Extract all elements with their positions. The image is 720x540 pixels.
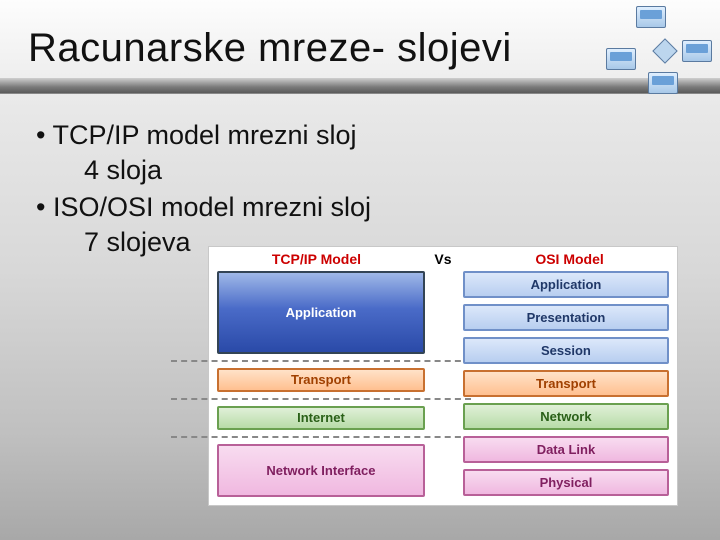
osi-layer-transport: Transport	[463, 370, 669, 397]
dashed-separator	[171, 398, 471, 400]
tcpip-model-title: TCP/IP Model	[217, 251, 416, 267]
computer-icon	[682, 40, 712, 62]
computer-icon	[606, 48, 636, 70]
tcpip-layer-network-interface: Network Interface	[217, 444, 425, 497]
diagram-header: TCP/IP Model Vs OSI Model	[209, 247, 677, 269]
models-row: Application Transport Internet Network I…	[209, 269, 677, 503]
bullet-tcpip: • TCP/IP model mrezni sloj	[36, 120, 700, 151]
osi-model-title: OSI Model	[470, 251, 669, 267]
bullet-tcpip-sub: 4 sloja	[84, 155, 700, 186]
osi-layer-session: Session	[463, 337, 669, 364]
vs-label: Vs	[416, 251, 470, 267]
osi-layer-physical: Physical	[463, 469, 669, 496]
osi-layer-datalink: Data Link	[463, 436, 669, 463]
network-decoration	[594, 4, 714, 104]
tcpip-layer-transport: Transport	[217, 368, 425, 392]
osi-layer-presentation: Presentation	[463, 304, 669, 331]
computer-icon	[636, 6, 666, 28]
osi-layer-network: Network	[463, 403, 669, 430]
dashed-separator	[171, 436, 471, 438]
osi-layer-application: Application	[463, 271, 669, 298]
tcpip-layer-internet: Internet	[217, 406, 425, 430]
content-area: • TCP/IP model mrezni sloj 4 sloja • ISO…	[36, 120, 700, 260]
computer-icon	[648, 72, 678, 94]
osi-column: Application Presentation Session Transpo…	[463, 271, 669, 497]
tcpip-column: Application Transport Internet Network I…	[217, 271, 425, 497]
page-title: Racunarske mreze- slojevi	[28, 26, 512, 71]
tcpip-layer-application: Application	[217, 271, 425, 354]
model-comparison-diagram: TCP/IP Model Vs OSI Model Application Tr…	[208, 246, 678, 506]
hub-icon	[652, 38, 677, 63]
bullet-osi: • ISO/OSI model mrezni sloj	[36, 192, 700, 223]
dashed-separator	[171, 360, 471, 362]
